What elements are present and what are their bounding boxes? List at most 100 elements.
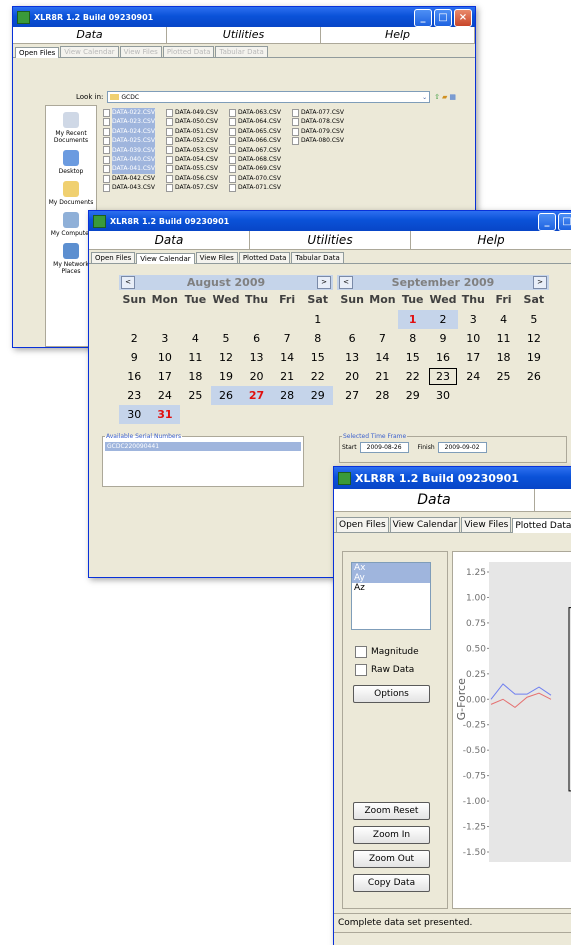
menu-utilities[interactable]: Utilities	[167, 27, 321, 43]
calendar-day[interactable]: 15	[302, 348, 333, 367]
calendar-day[interactable]: 26	[210, 386, 242, 405]
file-item[interactable]: DATA-065.CSV	[229, 127, 291, 136]
tab-open-files[interactable]: Open Files	[91, 252, 136, 263]
axis-item-ax[interactable]: Ax	[352, 563, 430, 573]
calendar-day[interactable]: 19	[211, 367, 242, 386]
file-item[interactable]: DATA-071.CSV	[229, 183, 291, 192]
tab-plotted-data[interactable]: Plotted Data	[162, 46, 215, 57]
calendar-day[interactable]: 18	[180, 367, 211, 386]
calendar-day[interactable]: 12	[211, 348, 242, 367]
new-folder-icon[interactable]: ▰	[442, 93, 447, 101]
axis-item-ay[interactable]: Ay	[352, 573, 430, 583]
calendar-day[interactable]: 23	[119, 386, 150, 405]
calendar-day[interactable]: 22	[302, 367, 333, 386]
calendar-day[interactable]: 11	[488, 329, 518, 348]
file-item[interactable]: DATA-053.CSV	[166, 146, 228, 155]
close-button[interactable]: ×	[454, 9, 472, 27]
menu-data[interactable]: Data	[13, 27, 167, 43]
tab-view-files[interactable]: View Files	[119, 46, 162, 57]
axis-list[interactable]: Ax Ay Az	[351, 562, 431, 630]
zoom-reset-button[interactable]: Zoom Reset	[353, 802, 430, 820]
file-item[interactable]: DATA-022.CSV	[103, 108, 165, 118]
calendar-day[interactable]: 12	[519, 329, 549, 348]
checkbox-box[interactable]	[355, 664, 367, 676]
calendar-day[interactable]: 21	[367, 367, 397, 386]
calendar-day[interactable]: 24	[150, 386, 181, 405]
file-item[interactable]: DATA-080.CSV	[292, 136, 354, 145]
calendar-day[interactable]: 28	[271, 386, 303, 405]
calendar-day[interactable]: 30	[119, 405, 150, 424]
tab-view-calendar[interactable]: View Calendar	[60, 46, 119, 57]
maximize-button[interactable]: □	[558, 213, 571, 231]
calendar-day[interactable]: 19	[519, 348, 549, 367]
window-titlebar[interactable]: XLR8R 1.2 Build 09230901	[334, 467, 571, 489]
file-item[interactable]: DATA-066.CSV	[229, 136, 291, 145]
calendar-day[interactable]: 3	[150, 329, 181, 348]
file-item[interactable]: DATA-067.CSV	[229, 146, 291, 155]
calendar-day[interactable]: 20	[241, 367, 272, 386]
calendar-day[interactable]: 10	[150, 348, 181, 367]
tab-view-calendar[interactable]: View Calendar	[136, 253, 195, 264]
view-menu-icon[interactable]: ▦	[449, 93, 456, 101]
file-item[interactable]: DATA-043.CSV	[103, 183, 165, 192]
calendar-day[interactable]: 25	[180, 386, 211, 405]
calendar-day[interactable]: 5	[211, 329, 242, 348]
calendar-day[interactable]: 30	[428, 386, 458, 405]
file-item[interactable]: DATA-068.CSV	[229, 155, 291, 164]
file-item[interactable]: DATA-064.CSV	[229, 117, 291, 127]
tab-tabular-data[interactable]: Tabular Data	[215, 46, 268, 57]
place-my-documents[interactable]: My Documents	[46, 181, 96, 206]
calendar-day[interactable]: 14	[367, 348, 397, 367]
maximize-button[interactable]: □	[434, 9, 452, 27]
up-folder-icon[interactable]: ⇧	[434, 93, 440, 101]
calendar-day[interactable]: 17	[458, 348, 488, 367]
file-item[interactable]: DATA-024.CSV	[103, 126, 165, 137]
menu-utilities[interactable]: Utilities	[250, 231, 411, 249]
file-item[interactable]: DATA-057.CSV	[166, 183, 228, 192]
calendar-day[interactable]: 17	[150, 367, 181, 386]
calendar-day[interactable]: 6	[337, 329, 367, 348]
calendar-day[interactable]: 11	[180, 348, 211, 367]
file-item[interactable]: DATA-049.CSV	[166, 108, 228, 117]
file-item[interactable]: DATA-077.CSV	[292, 108, 354, 117]
file-item[interactable]: DATA-039.CSV	[103, 145, 165, 156]
calendar-day[interactable]: 3	[458, 310, 488, 329]
axis-item-az[interactable]: Az	[352, 583, 430, 593]
calendar-day[interactable]: 9	[428, 329, 458, 348]
tab-plotted-data[interactable]: Plotted Data	[512, 518, 571, 533]
calendar-day[interactable]: 8	[398, 329, 428, 348]
calendar-day[interactable]: 16	[119, 367, 150, 386]
file-item[interactable]: DATA-051.CSV	[166, 127, 228, 136]
tab-open-files[interactable]: Open Files	[336, 517, 389, 532]
menu-help[interactable]: Help	[411, 231, 571, 249]
place-recent-documents[interactable]: My Recent Documents	[46, 112, 96, 144]
calendar-day[interactable]: 31	[149, 405, 181, 424]
calendar-day[interactable]: 14	[272, 348, 303, 367]
calendar-day[interactable]: 8	[302, 329, 333, 348]
file-item[interactable]: DATA-069.CSV	[229, 164, 291, 174]
calendar-day[interactable]: 29	[398, 386, 428, 405]
calendar-day[interactable]: 22	[398, 367, 428, 386]
calendar-day[interactable]: 27	[241, 386, 272, 405]
file-item[interactable]: DATA-079.CSV	[292, 127, 354, 136]
serial-number-item[interactable]: GCDC220090441	[105, 442, 301, 451]
file-item[interactable]: DATA-055.CSV	[166, 164, 228, 174]
file-item[interactable]: DATA-023.CSV	[103, 117, 165, 127]
minimize-button[interactable]: _	[538, 213, 556, 231]
file-item[interactable]: DATA-052.CSV	[166, 136, 228, 145]
magnitude-checkbox[interactable]: Magnitude	[355, 646, 419, 658]
calendar-day[interactable]: 21	[272, 367, 303, 386]
menu-data[interactable]: Data	[89, 231, 250, 249]
file-item[interactable]: DATA-070.CSV	[229, 174, 291, 183]
calendar-day[interactable]: 27	[337, 386, 367, 405]
tab-view-files[interactable]: View Files	[195, 252, 238, 263]
calendar-day[interactable]: 29	[302, 386, 333, 405]
place-desktop[interactable]: Desktop	[46, 150, 96, 175]
checkbox-box[interactable]	[355, 646, 367, 658]
prev-month-button[interactable]: <	[121, 276, 135, 289]
calendar-day[interactable]: 13	[337, 348, 367, 367]
menu-data[interactable]: Data	[334, 489, 535, 511]
calendar-day[interactable]: 28	[367, 386, 397, 405]
prev-month-button[interactable]: <	[339, 276, 353, 289]
tab-tabular-data[interactable]: Tabular Data	[291, 252, 344, 263]
